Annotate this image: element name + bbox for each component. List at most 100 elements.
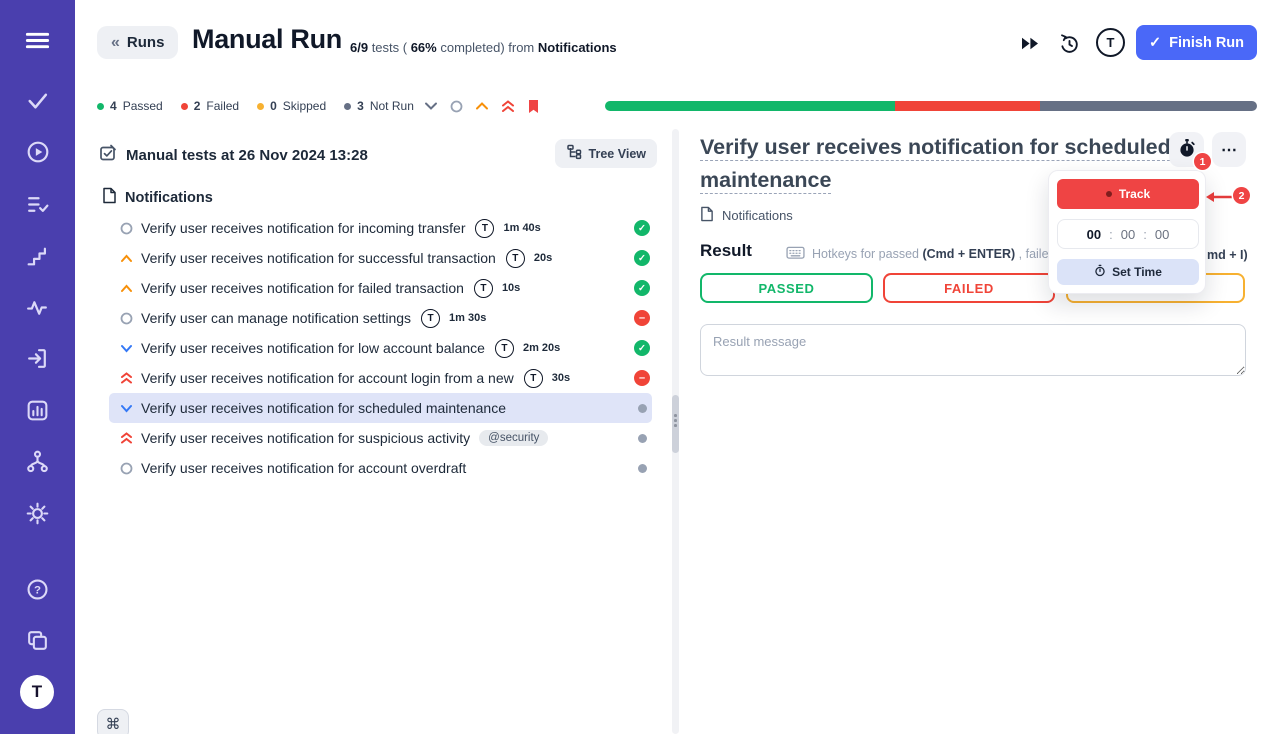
set-time-button[interactable]: Set Time [1057,259,1199,285]
priority-low-icon [119,404,133,413]
run-report-icon [99,144,117,167]
status-passed-icon [634,250,650,266]
svg-text:?: ? [34,585,41,597]
fast-forward-icon[interactable] [1018,31,1042,55]
detail-suite-row[interactable]: Notifications [700,206,793,225]
retry-timer-icon[interactable] [1057,31,1081,55]
status-notrun-icon [634,460,650,476]
bar-chart-icon[interactable] [24,397,51,424]
test-row[interactable]: Verify user receives notification for ac… [109,453,652,483]
clock-icon [1094,264,1106,280]
test-duration: 2m 20s [523,342,560,354]
brand-logo-icon: T [1096,28,1125,57]
hotkeys-command-button[interactable]: ⌘ [97,709,129,734]
test-row[interactable]: Verify user receives notification for lo… [109,333,652,363]
more-options-button[interactable]: ⋯ [1212,132,1246,167]
test-row[interactable]: Verify user receives notification for ac… [109,363,652,393]
skipped-count: 0Skipped [257,99,326,113]
priority-critical-icon [119,372,133,384]
status-failed-icon [634,370,650,386]
skipped-dot-icon [257,103,264,110]
sign-in-icon[interactable] [24,345,51,372]
record-dot-icon [1106,191,1112,197]
test-title: Verify user receives notification for sc… [141,400,506,416]
test-title: Verify user receives notification for su… [141,250,496,266]
test-row[interactable]: Verify user receives notification for su… [109,243,652,273]
hotkeys-hint-fragment: md + I) [1207,248,1248,262]
status-failed-icon [634,310,650,326]
test-title: Verify user receives notification for in… [141,220,465,236]
task-list-icon[interactable] [24,191,51,218]
app-logo: T [20,675,54,709]
passed-count: 4Passed [97,99,163,113]
priority-none-icon [119,462,133,475]
run-name: Manual tests at 26 Nov 2024 13:28 [126,147,368,164]
finish-run-button[interactable]: ✓ Finish Run [1136,25,1257,60]
branch-icon[interactable] [24,448,51,475]
help-icon[interactable]: ? [24,576,51,603]
chevron-up-icon[interactable] [475,101,489,111]
suite-name: Notifications [125,190,213,206]
test-duration: 1m 40s [503,222,540,234]
gear-icon[interactable] [24,500,51,527]
tree-view-button[interactable]: Tree View [555,139,657,168]
test-title: Verify user receives notification for su… [141,430,470,446]
track-label: Track [1119,187,1150,201]
test-row-selected[interactable]: Verify user receives notification for sc… [109,393,652,423]
time-input[interactable]: 00 : 00 : 00 [1057,219,1199,249]
finish-run-label: Finish Run [1169,35,1244,51]
colon: : [1109,227,1113,242]
tree-icon [566,144,582,163]
test-rows: Verify user receives notification for in… [75,213,660,483]
status-notrun-icon [634,430,650,446]
run-header: Manual tests at 26 Nov 2024 13:28 [99,144,368,167]
result-heading: Result [700,241,752,261]
test-row[interactable]: Verify user receives notification for su… [109,423,652,453]
scrollbar-thumb[interactable] [672,395,679,453]
testomat-icon: T [495,339,514,358]
annotation-badge-1: 1 [1194,153,1211,170]
progress-remaining-segment [1040,101,1257,111]
back-to-runs-button[interactable]: « Runs [97,26,178,59]
copy-icon[interactable] [24,627,51,654]
check-icon[interactable] [24,87,51,114]
detail-suite-name: Notifications [722,208,793,223]
suite-header[interactable]: Notifications [102,187,213,209]
tag-badge: @security [479,430,548,446]
passed-dot-icon [97,103,104,110]
result-message-input[interactable] [700,324,1246,376]
sidebar: ? T [0,0,75,734]
test-row[interactable]: Verify user receives notification for in… [109,213,652,243]
play-circle-icon[interactable] [24,138,51,165]
check-icon: ✓ [1149,35,1161,51]
test-title: Verify user receives notification for fa… [141,280,464,296]
test-row[interactable]: Verify user can manage notification sett… [109,303,652,333]
menu-icon[interactable] [24,27,51,54]
test-detail-panel: Verify user receives notification for sc… [680,129,1280,734]
topbar: « Runs Manual Run 6/9 tests ( 66% comple… [75,0,1280,85]
result-counts: 4Passed 2Failed 0Skipped 3Not Run [97,99,414,113]
track-button[interactable]: Track [1057,179,1199,209]
priority-none-icon [119,222,133,235]
test-duration: 30s [552,372,570,384]
ellipsis-icon: ⋯ [1221,142,1237,159]
test-row[interactable]: Verify user receives notification for fa… [109,273,652,303]
steps-icon[interactable] [24,243,51,270]
double-chevron-up-icon[interactable] [501,100,515,113]
priority-high-icon [119,284,133,293]
test-duration: 1m 30s [449,312,486,324]
testomat-icon: T [421,309,440,328]
circle-priority-icon[interactable] [450,100,463,113]
test-title: Verify user receives notification for ac… [141,370,514,386]
chevron-down-icon[interactable] [424,101,438,111]
activity-icon[interactable] [24,294,51,321]
command-icon: ⌘ [106,715,121,733]
bookmark-icon[interactable] [527,99,540,114]
failed-button[interactable]: FAILED [883,273,1055,303]
failed-dot-icon [181,103,188,110]
passed-button[interactable]: PASSED [700,273,873,303]
status-passed-icon [634,340,650,356]
priority-none-icon [119,312,133,325]
runs-label: Runs [127,34,165,51]
test-duration: 10s [502,282,520,294]
